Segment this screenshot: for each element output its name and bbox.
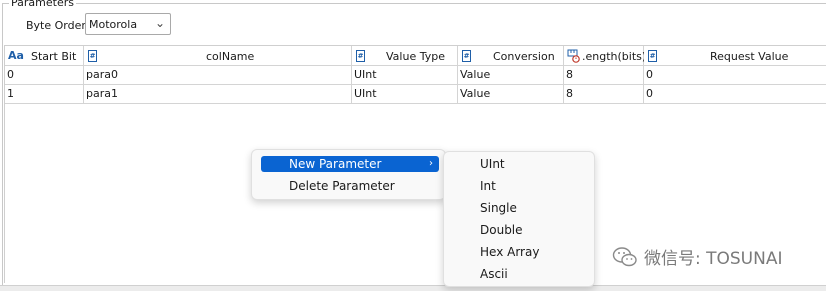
aa-icon: Aa <box>8 49 24 62</box>
table-cell[interactable]: para0 <box>84 66 352 85</box>
hash-icon: # <box>462 50 471 62</box>
table-cell[interactable]: 8 <box>564 85 644 104</box>
wechat-icon <box>612 246 637 266</box>
header-label: .ength(bits) <box>582 50 647 63</box>
header-colname[interactable]: # colName <box>84 46 352 66</box>
header-label: colName <box>206 50 255 63</box>
chevron-right-icon: › <box>429 158 433 169</box>
table-cell[interactable]: Value <box>458 66 564 85</box>
submenu-item-single[interactable]: Single <box>480 201 517 215</box>
header-label: Start Bit <box>31 50 77 63</box>
table-cell[interactable]: UInt <box>352 66 458 85</box>
header-label: Value Type <box>386 50 445 63</box>
hash-icon: # <box>88 50 97 62</box>
byte-order-value: Motorola <box>89 17 138 31</box>
menu-item-delete-parameter[interactable]: Delete Parameter <box>261 178 439 194</box>
hash-icon: # <box>648 50 657 62</box>
ruler-icon <box>567 49 580 63</box>
table-cell[interactable]: 0 <box>644 85 826 104</box>
header-request-value[interactable]: # Request Value <box>644 46 826 66</box>
watermark: 微信号: TOSUNAI <box>612 244 783 269</box>
header-length[interactable]: .ength(bits) <box>564 46 647 66</box>
status-strip <box>0 285 826 291</box>
header-label: Request Value <box>710 50 789 63</box>
table-cell[interactable]: UInt <box>352 85 458 104</box>
submenu-item-int[interactable]: Int <box>480 179 496 193</box>
group-title: Parameters <box>9 0 76 9</box>
table-cell[interactable]: 0 <box>5 66 84 85</box>
new-parameter-submenu: UInt Int Single Double Hex Array Ascii <box>443 151 595 287</box>
byte-order-combo[interactable]: Motorola ⌄ <box>85 13 171 35</box>
table-cell[interactable]: 8 <box>564 66 644 85</box>
submenu-item-ascii[interactable]: Ascii <box>480 267 508 281</box>
header-label: Conversion <box>493 50 555 63</box>
context-menu: New Parameter › Delete Parameter <box>251 149 446 200</box>
table-cell[interactable]: para1 <box>84 85 352 104</box>
hash-icon: # <box>356 50 365 62</box>
menu-item-new-parameter[interactable]: New Parameter › <box>261 156 439 172</box>
submenu-item-double[interactable]: Double <box>480 223 523 237</box>
menu-item-label: New Parameter <box>289 157 382 171</box>
watermark-text: 微信号: TOSUNAI <box>644 249 783 269</box>
submenu-item-hex-array[interactable]: Hex Array <box>480 245 539 259</box>
table-cell[interactable]: Value <box>458 85 564 104</box>
header-value-type[interactable]: # Value Type <box>352 46 458 66</box>
chevron-down-icon[interactable]: ⌄ <box>155 16 165 30</box>
header-start-bit[interactable]: Aa Start Bit <box>5 46 84 66</box>
submenu-item-uint[interactable]: UInt <box>480 157 505 171</box>
menu-item-label: Delete Parameter <box>289 179 395 193</box>
header-conversion[interactable]: # Conversion <box>458 46 564 66</box>
table-cell[interactable]: 0 <box>644 66 826 85</box>
byte-order-label: Byte Order <box>26 19 86 32</box>
table-cell[interactable]: 1 <box>5 85 84 104</box>
